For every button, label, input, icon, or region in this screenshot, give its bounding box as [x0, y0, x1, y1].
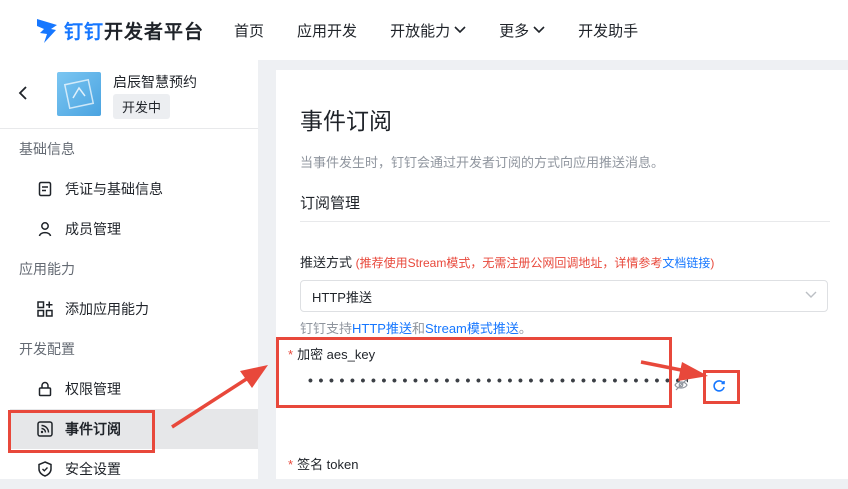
lock-icon: [37, 381, 53, 397]
required-mark: *: [288, 347, 294, 362]
user-icon: [37, 221, 53, 237]
main-content: 事件订阅 当事件发生时，钉钉会通过开发者订阅的方式向应用推送消息。 订阅管理 推…: [276, 70, 848, 479]
nav-more-label: 更多: [499, 22, 530, 40]
nav-dev-assistant-label: 开发助手: [578, 22, 639, 40]
push-hint-text: (推荐使用Stream模式，无需注册公网回调地址，详情参考: [355, 256, 663, 270]
aes-key-label: * 加密 aes_key: [288, 344, 375, 363]
doc-link[interactable]: 文档链接: [662, 256, 710, 270]
sidebar-item-members[interactable]: 成员管理: [0, 209, 258, 249]
document-icon: [37, 181, 53, 197]
push-method-value: HTTP推送: [312, 289, 372, 305]
nav-open-capabilities[interactable]: 开放能力: [390, 20, 466, 41]
eye-off-icon: [674, 379, 688, 391]
nav-home-label: 首页: [234, 22, 265, 40]
app-header: 启辰智慧预约 开发中: [0, 60, 258, 129]
sidebar-item-permissions[interactable]: 权限管理: [0, 369, 258, 409]
support-prefix: 钉钉支持: [300, 321, 353, 336]
group-title-app-capabilities: 应用能力: [19, 261, 75, 277]
shield-icon: [37, 461, 53, 477]
refresh-icon: [713, 380, 725, 392]
main-nav: 首页 应用开发 开放能力 更多 开发助手: [234, 20, 671, 41]
back-button[interactable]: [18, 86, 28, 105]
app-name: 启辰智慧预约: [113, 74, 197, 90]
aes-key-label-text: 加密 aes_key: [297, 347, 376, 362]
chevron-down-icon: [533, 26, 545, 34]
support-mid: 和: [411, 321, 425, 336]
section-divider: [300, 221, 830, 222]
sidebar-item-label: 安全设置: [65, 461, 121, 477]
token-label-text: 签名 token: [297, 457, 359, 472]
group-title-dev-config: 开发配置: [19, 341, 75, 357]
aes-key-input[interactable]: ••••••••••••••••••••••••••••••••••••••••…: [308, 372, 688, 398]
support-end: 。: [518, 321, 532, 336]
sidebar-item-label: 成员管理: [65, 221, 121, 237]
required-mark: *: [288, 457, 294, 472]
support-text: 钉钉支持HTTP推送和Stream模式推送。: [300, 318, 532, 337]
dingtalk-logo[interactable]: 钉钉开发者平台: [34, 15, 204, 45]
chevron-down-icon: [805, 291, 817, 298]
push-method-title: 推送方式: [300, 255, 353, 270]
nav-app-dev-label: 应用开发: [297, 22, 358, 40]
sidebar-item-label: 添加应用能力: [65, 301, 149, 317]
push-method-hint: (推荐使用Stream模式，无需注册公网回调地址，详情参考文档链接): [356, 256, 715, 270]
page-title: 事件订阅: [300, 108, 392, 134]
nav-more[interactable]: 更多: [499, 20, 545, 41]
app-status-badge: 开发中: [113, 94, 171, 119]
sidebar-item-credentials[interactable]: 凭证与基础信息: [0, 169, 258, 209]
top-navigation-bar: 钉钉开发者平台 首页 应用开发 开放能力 更多 开发助手: [0, 0, 848, 60]
chevron-down-icon: [454, 26, 466, 34]
sidebar: 启辰智慧预约 开发中 基础信息 凭证与基础信息 成员管理 应用能力 添加应用能力…: [0, 60, 258, 479]
rss-icon: [37, 421, 53, 437]
brand-suffix: 开发者平台: [104, 21, 205, 43]
sidebar-item-label: 凭证与基础信息: [65, 181, 163, 197]
token-label: * 签名 token: [288, 454, 358, 473]
page-description: 当事件发生时，钉钉会通过开发者订阅的方式向应用推送消息。: [300, 155, 665, 170]
dingtalk-logo-icon: [37, 19, 57, 43]
push-hint-end: ): [710, 256, 715, 270]
app-logo-icon: [63, 78, 95, 110]
sidebar-item-add-capability[interactable]: 添加应用能力: [0, 289, 258, 329]
http-push-link[interactable]: HTTP推送: [352, 321, 412, 336]
push-method-select[interactable]: HTTP推送: [300, 280, 828, 312]
stream-push-link[interactable]: Stream模式推送: [425, 321, 519, 336]
chevron-left-icon: [18, 86, 27, 100]
nav-home[interactable]: 首页: [234, 20, 264, 41]
nav-app-dev[interactable]: 应用开发: [297, 20, 357, 41]
brand-name: 钉钉开发者平台: [64, 17, 204, 44]
sidebar-item-security[interactable]: 安全设置: [0, 449, 258, 489]
regenerate-key-button[interactable]: [712, 379, 726, 398]
nav-dev-assistant[interactable]: 开发助手: [578, 20, 638, 41]
section-title: 订阅管理: [300, 195, 361, 212]
brand-prefix: 钉钉: [64, 21, 105, 43]
sidebar-item-label: 事件订阅: [65, 421, 121, 437]
nav-open-capabilities-label: 开放能力: [390, 22, 451, 40]
push-method-label: 推送方式 (推荐使用Stream模式，无需注册公网回调地址，详情参考文档链接): [300, 252, 714, 271]
app-icon: [57, 72, 101, 116]
sidebar-item-event-subscription[interactable]: 事件订阅: [10, 409, 258, 449]
group-title-basic-info: 基础信息: [19, 141, 75, 157]
sidebar-item-label: 权限管理: [65, 381, 121, 397]
toggle-visibility-button[interactable]: [674, 378, 688, 396]
grid-add-icon: [37, 301, 53, 317]
